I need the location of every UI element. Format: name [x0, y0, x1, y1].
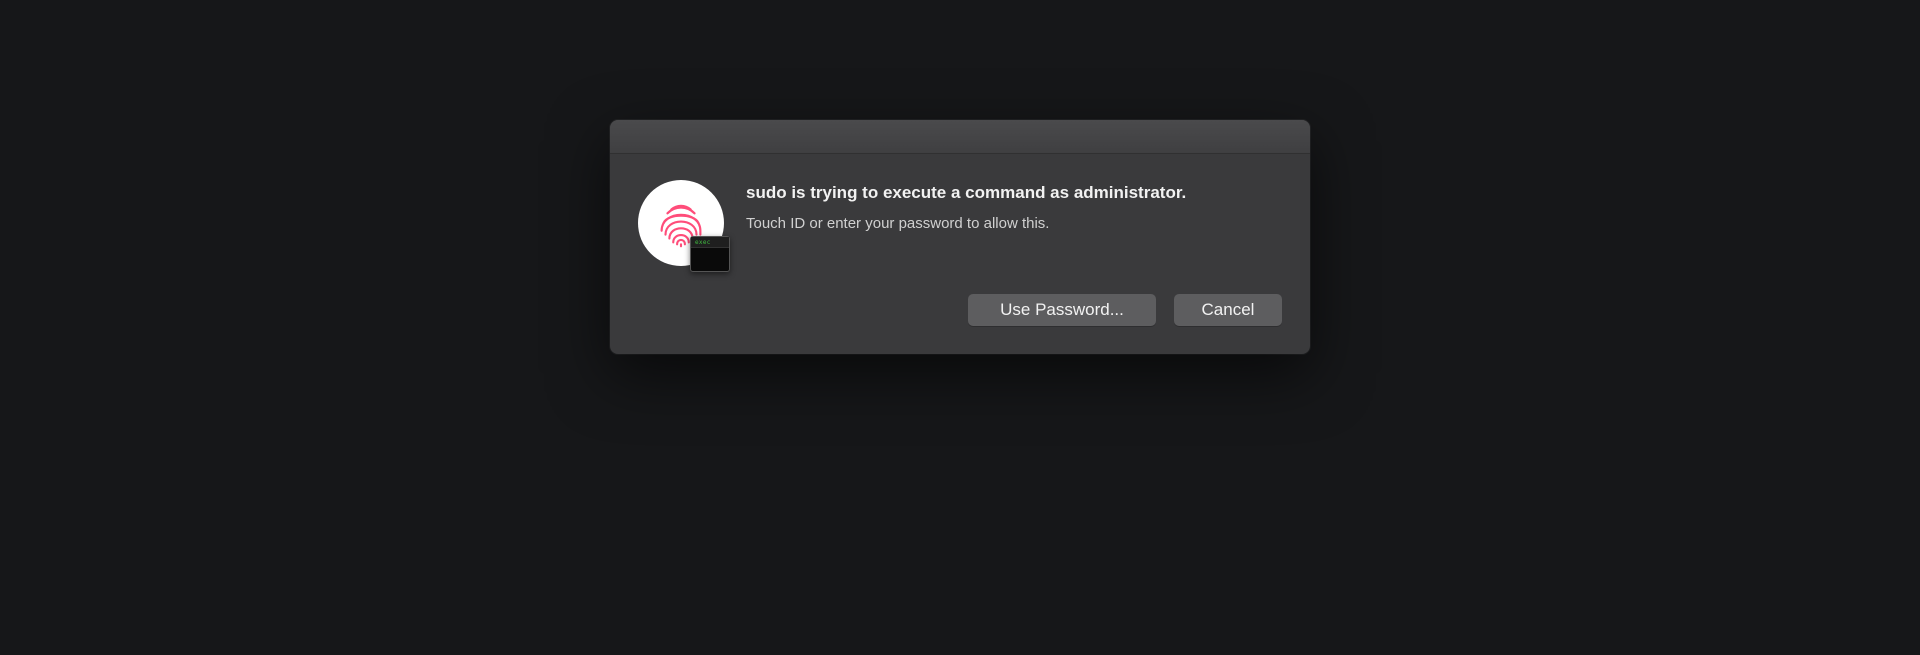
use-password-button[interactable]: Use Password...: [968, 294, 1156, 326]
dialog-subtitle: Touch ID or enter your password to allow…: [746, 215, 1282, 232]
cancel-button[interactable]: Cancel: [1174, 294, 1282, 326]
exec-badge-label: exec: [695, 239, 711, 246]
dialog-content: exec sudo is trying to execute a command…: [610, 154, 1310, 294]
dialog-title: sudo is trying to execute a command as a…: [746, 182, 1282, 205]
dialog-icon: exec: [638, 180, 724, 266]
dialog-titlebar: [610, 120, 1310, 154]
auth-dialog: exec sudo is trying to execute a command…: [610, 120, 1310, 354]
dialog-buttons: Use Password... Cancel: [610, 294, 1310, 354]
dialog-text: sudo is trying to execute a command as a…: [746, 180, 1282, 266]
exec-badge-icon: exec: [690, 236, 730, 272]
